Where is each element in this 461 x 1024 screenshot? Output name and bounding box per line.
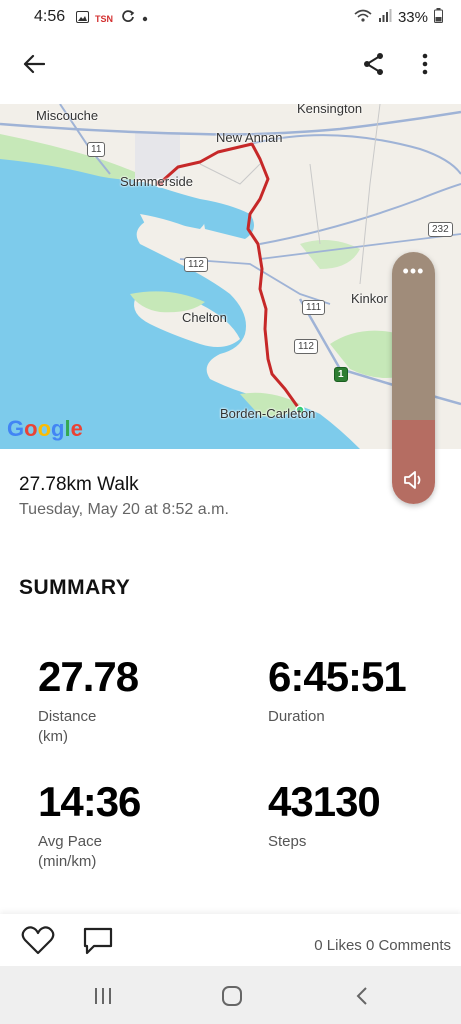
chevron-left-icon[interactable] xyxy=(347,984,377,1008)
road-shield-111: 111 xyxy=(302,300,326,315)
stat-label: Avg Pace (min/km) xyxy=(38,833,102,870)
home-icon[interactable] xyxy=(217,984,247,1008)
speaker-icon[interactable] xyxy=(403,470,425,495)
more-vertical-icon xyxy=(422,53,428,80)
stat-distance: 27.78 Distance (km) xyxy=(38,653,139,747)
stat-value: 14:36 xyxy=(38,778,141,825)
share-icon xyxy=(362,52,386,81)
activity-title: 27.78km Walk xyxy=(19,474,139,495)
status-time: 4:56 xyxy=(34,8,66,25)
stat-label: Steps xyxy=(268,833,307,850)
dot-icon xyxy=(141,10,149,28)
road-shield-112-south: 112 xyxy=(294,339,318,354)
map-label-kensington: Kensington xyxy=(297,104,363,116)
share-button[interactable] xyxy=(356,48,392,84)
battery-icon xyxy=(434,8,443,27)
status-notification-icons: TSN xyxy=(76,9,149,28)
road-shield-11: 11 xyxy=(87,142,106,157)
status-bar: 4:56 TSN 33% xyxy=(0,0,461,34)
activity-date: Tuesday, May 20 at 8:52 a.m. xyxy=(19,501,229,518)
map-label-summerside: Summerside xyxy=(120,174,193,189)
stat-value: 27.78 xyxy=(38,653,139,700)
app-bar xyxy=(0,34,461,96)
map-label-borden-carleton: Borden-Carleton xyxy=(220,406,316,421)
more-options-button[interactable] xyxy=(407,48,443,84)
stat-value: 6:45:51 xyxy=(268,653,407,700)
road-shield-232: 232 xyxy=(428,222,453,237)
wifi-icon xyxy=(354,9,372,27)
comment-icon[interactable] xyxy=(82,926,114,961)
stat-avg-pace: 14:36 Avg Pace (min/km) xyxy=(38,778,141,872)
more-horizontal-icon[interactable]: ••• xyxy=(392,262,435,280)
sync-icon xyxy=(121,9,135,28)
stat-label: Distance (km) xyxy=(38,708,97,745)
volume-slider[interactable]: ••• xyxy=(392,252,435,504)
stat-value: 43130 xyxy=(268,778,381,825)
map-label-kinkora: Kinkor xyxy=(351,291,388,306)
battery-text: 33% xyxy=(397,9,428,26)
arrow-left-icon xyxy=(23,54,46,79)
google-attribution-logo: Google xyxy=(7,416,83,441)
social-bar: 0 Likes 0 Comments xyxy=(0,914,461,966)
stat-label: Duration xyxy=(268,708,325,725)
back-button[interactable] xyxy=(16,48,52,84)
system-nav-bar xyxy=(0,966,461,1024)
svg-text:TSN: TSN xyxy=(95,14,113,23)
summary-heading: SUMMARY xyxy=(19,576,131,599)
stat-steps: 43130 Steps xyxy=(268,778,381,852)
tsn-icon: TSN xyxy=(95,10,115,28)
likes-comments-count[interactable]: 0 Likes 0 Comments xyxy=(314,937,451,954)
road-shield-112: 112 xyxy=(184,257,208,272)
recents-icon[interactable] xyxy=(88,984,118,1008)
signal-icon xyxy=(378,8,392,27)
gallery-icon xyxy=(76,10,89,28)
status-system-icons: 33% xyxy=(354,8,443,27)
map-label-miscouche: Miscouche xyxy=(36,108,99,123)
trans-canada-shield: 1 xyxy=(334,367,348,382)
map-label-new-annan: New Annan xyxy=(216,130,283,145)
heart-icon[interactable] xyxy=(21,926,55,961)
map-label-chelton: Chelton xyxy=(182,310,227,325)
stat-duration: 6:45:51 Duration xyxy=(268,653,407,727)
